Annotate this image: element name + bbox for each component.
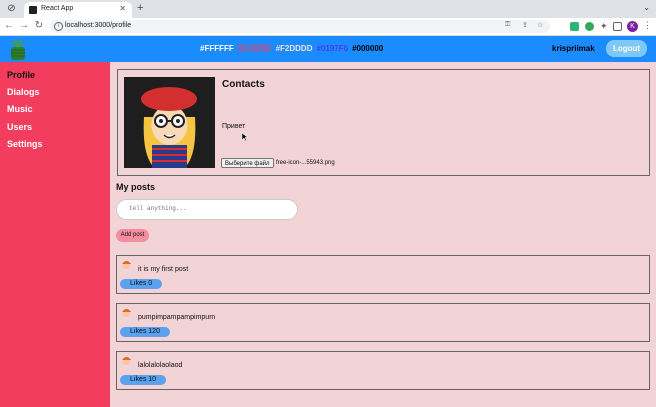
star-icon[interactable]: ☆ [537,21,543,29]
browser-tabbar: ⊘ React App ✕ + ⌄ [0,0,656,18]
likes-button[interactable]: Likes 10 [120,375,167,385]
logout-button[interactable]: Logout [606,40,647,57]
new-post-input[interactable] [116,199,298,220]
extension-icon[interactable] [570,22,579,31]
browser-tab[interactable]: React App ✕ [24,2,132,18]
address-bar[interactable]: i localhost:3000/profile ⚿ ⇪ ☆ [50,20,550,33]
post-avatar [120,355,133,368]
color-option-blue[interactable]: #0197F6 [316,44,348,53]
contacts-title: Contacts [222,79,265,90]
tab-title: React App [41,5,74,12]
profile-avatar-image [124,77,215,168]
app-header: #FFFFFF #F23D5E #F2DDDD #0197F6 #000000 kris… [0,36,656,62]
color-option-red[interactable]: #F23D5E [238,44,272,53]
pineapple-logo-icon [10,39,26,60]
browser-toolbar: ← → ↻ i localhost:3000/profile ⚿ ⇪ ☆ ✦ K… [0,18,656,36]
profile-avatar[interactable]: K [627,21,638,32]
profile-card: Contacts Привет Выберите файл free-icon-… [117,69,650,176]
post-text: pumpimpampampimpum [138,314,216,321]
sidebar-item-settings[interactable]: Settings [7,139,43,149]
choose-file-button[interactable]: Выберите файл [221,158,274,168]
puzzle-icon[interactable]: ✦ [600,21,608,32]
forward-arrow-icon[interactable]: → [18,20,30,31]
post-text: lalolalolaolaod [138,362,183,369]
sidebar-item-profile[interactable]: Profile [7,70,35,80]
color-option-black[interactable]: #000000 [352,44,383,53]
add-post-button[interactable]: Add post [116,229,149,242]
profile-status[interactable]: Привет [222,123,245,130]
sidepanel-icon[interactable] [613,22,622,31]
mouse-cursor-icon [242,133,248,141]
color-switcher: #FFFFFF #F23D5E #F2DDDD #0197F6 #000000 [200,44,387,53]
color-option-white[interactable]: #FFFFFF [200,44,234,53]
react-favicon-icon [29,6,37,14]
reload-icon[interactable]: ↻ [33,20,45,31]
likes-button[interactable]: Likes 0 [120,279,163,289]
main-content: Contacts Привет Выберите файл free-icon-… [110,62,656,407]
post-text: it is my first post [138,266,189,273]
color-option-pink[interactable]: #F2DDDD [276,44,313,53]
post-item: it is my first post Likes 0 [116,255,650,294]
more-icon[interactable]: ⋮ [643,20,652,31]
post-avatar [120,259,133,272]
close-icon[interactable]: ✕ [119,4,126,13]
sidebar-item-dialogs[interactable]: Dialogs [7,87,40,97]
post-avatar [120,307,133,320]
sidebar-item-users[interactable]: Users [7,122,32,132]
file-name: free-icon-...55943.png [276,160,335,166]
sidebar-item-music[interactable]: Music [7,104,33,114]
info-icon[interactable]: i [54,22,63,31]
extension-shield-icon[interactable] [585,22,594,31]
post-item: lalolalolaolaod Likes 10 [116,351,650,390]
sidebar: Profile Dialogs Music Users Settings [0,62,110,407]
new-tab-icon[interactable]: + [137,2,143,14]
back-arrow-icon[interactable]: ← [3,20,15,31]
key-icon[interactable]: ⚿ [505,21,510,29]
url-text[interactable]: localhost:3000/profile [65,22,131,29]
chevron-down-icon[interactable]: ⌄ [643,3,650,12]
share-icon[interactable]: ⇪ [522,21,528,29]
username: krispriimak [552,44,595,53]
likes-button[interactable]: Likes 120 [120,327,170,337]
posts-title: My posts [116,182,156,192]
tab-search-icon[interactable]: ⊘ [6,3,17,14]
post-item: pumpimpampampimpum Likes 120 [116,303,650,342]
